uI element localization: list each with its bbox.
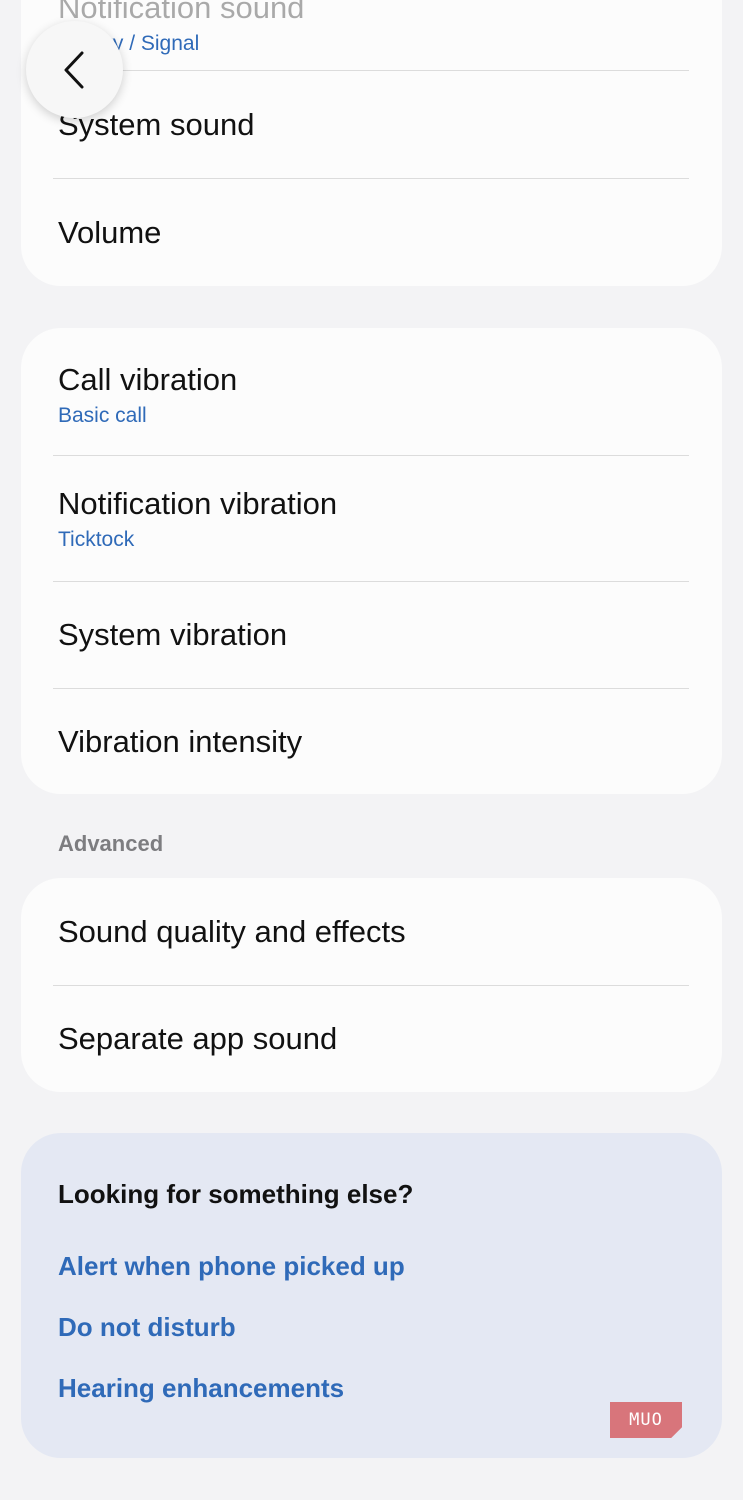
chevron-left-icon <box>64 51 83 88</box>
system-sound-title: System sound <box>58 106 255 142</box>
sound-settings-card: Notification sound Galaxy / Signal Syste… <box>21 0 722 286</box>
vibration-settings-card: Call vibration Basic call Notification v… <box>21 328 722 794</box>
advanced-settings-card: Sound quality and effects Separate app s… <box>21 878 722 1092</box>
advanced-section-label: Advanced <box>58 831 164 856</box>
link-alert-when-picked-up[interactable]: Alert when phone picked up <box>58 1251 405 1282</box>
notification-vibration-sub: Ticktock <box>58 528 135 552</box>
link-do-not-disturb[interactable]: Do not disturb <box>58 1312 236 1343</box>
system-vibration-title: System vibration <box>58 617 288 653</box>
notification-vibration-item[interactable]: Notification vibration Ticktock <box>21 456 722 581</box>
link-hearing-enhancements[interactable]: Hearing enhancements <box>58 1373 344 1404</box>
vibration-intensity-title: Vibration intensity <box>58 723 303 759</box>
notification-sound-title: Notification sound <box>58 0 305 25</box>
sound-quality-item[interactable]: Sound quality and effects <box>21 878 722 985</box>
sound-quality-title: Sound quality and effects <box>58 913 406 949</box>
notification-sound-item[interactable]: Notification sound Galaxy / Signal <box>21 0 722 70</box>
system-sound-item[interactable]: System sound <box>21 71 722 178</box>
vibration-intensity-item[interactable]: Vibration intensity <box>21 689 722 794</box>
back-button[interactable] <box>26 21 123 118</box>
system-vibration-item[interactable]: System vibration <box>21 582 722 688</box>
call-vibration-sub: Basic call <box>58 404 147 428</box>
separate-app-sound-title: Separate app sound <box>58 1021 338 1057</box>
call-vibration-item[interactable]: Call vibration Basic call <box>21 328 722 455</box>
volume-title: Volume <box>58 214 162 250</box>
muo-logo: MUO <box>610 1402 682 1438</box>
notification-vibration-title: Notification vibration <box>58 485 338 521</box>
suggestions-title: Looking for something else? <box>58 1179 414 1209</box>
call-vibration-title: Call vibration <box>58 361 238 397</box>
separate-app-sound-item[interactable]: Separate app sound <box>21 986 722 1092</box>
volume-item[interactable]: Volume <box>21 179 722 286</box>
notification-sound-sub: Galaxy / Signal <box>58 32 200 55</box>
